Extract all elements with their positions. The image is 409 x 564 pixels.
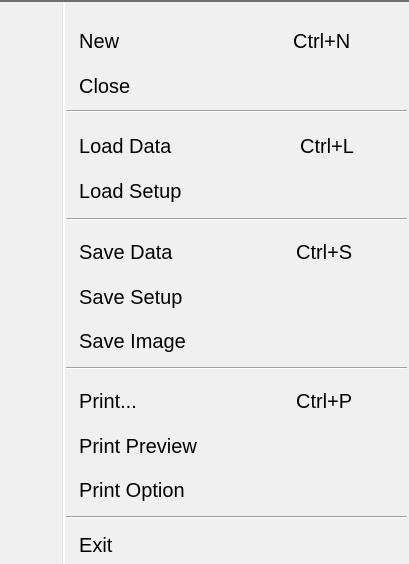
menu-item-save-data[interactable]: Save Data Ctrl+S bbox=[66, 235, 403, 271]
menu-item-shortcut: Ctrl+P bbox=[296, 391, 353, 413]
menu-item-label: Print Option bbox=[79, 480, 185, 502]
menu-gutter-divider bbox=[62, 2, 65, 564]
menu-item-shortcut: Ctrl+N bbox=[293, 31, 351, 53]
menu-item-load-setup[interactable]: Load Setup bbox=[66, 174, 403, 210]
menu-separator bbox=[66, 218, 407, 220]
menu-separator bbox=[66, 110, 407, 112]
menu-separator bbox=[66, 367, 407, 369]
menu-item-label: Close bbox=[79, 76, 131, 98]
menu-item-save-image[interactable]: Save Image bbox=[66, 324, 403, 360]
menu-item-shortcut: Ctrl+S bbox=[296, 242, 353, 264]
menu-item-label: Save Setup bbox=[79, 287, 183, 309]
menu-item-print-option[interactable]: Print Option bbox=[66, 473, 403, 509]
menu-item-shortcut: Ctrl+L bbox=[300, 136, 354, 158]
menu-item-label: Exit bbox=[79, 535, 113, 557]
menu-icon-gutter bbox=[0, 2, 62, 564]
menu-item-exit[interactable]: Exit bbox=[66, 528, 403, 564]
menu-item-label: Load Data bbox=[79, 136, 172, 158]
menu-item-label: Print... bbox=[79, 391, 137, 413]
menu-item-print-preview[interactable]: Print Preview bbox=[66, 429, 403, 465]
menu-item-print[interactable]: Print... Ctrl+P bbox=[66, 384, 403, 420]
menu-item-close[interactable]: Close bbox=[66, 69, 403, 105]
menu-item-load-data[interactable]: Load Data Ctrl+L bbox=[66, 129, 403, 165]
menu-item-label: Print Preview bbox=[79, 436, 197, 458]
menu-item-label: Save Data bbox=[79, 242, 173, 264]
menu-item-new[interactable]: New Ctrl+N bbox=[66, 24, 403, 60]
menu-item-save-setup[interactable]: Save Setup bbox=[66, 280, 403, 316]
menu-separator bbox=[66, 516, 407, 518]
menu-item-label: Save Image bbox=[79, 331, 186, 353]
menu-item-label: Load Setup bbox=[79, 181, 182, 203]
file-menu: New Ctrl+N Close Load Data Ctrl+L Load S… bbox=[0, 0, 409, 564]
menu-item-label: New bbox=[79, 31, 120, 53]
